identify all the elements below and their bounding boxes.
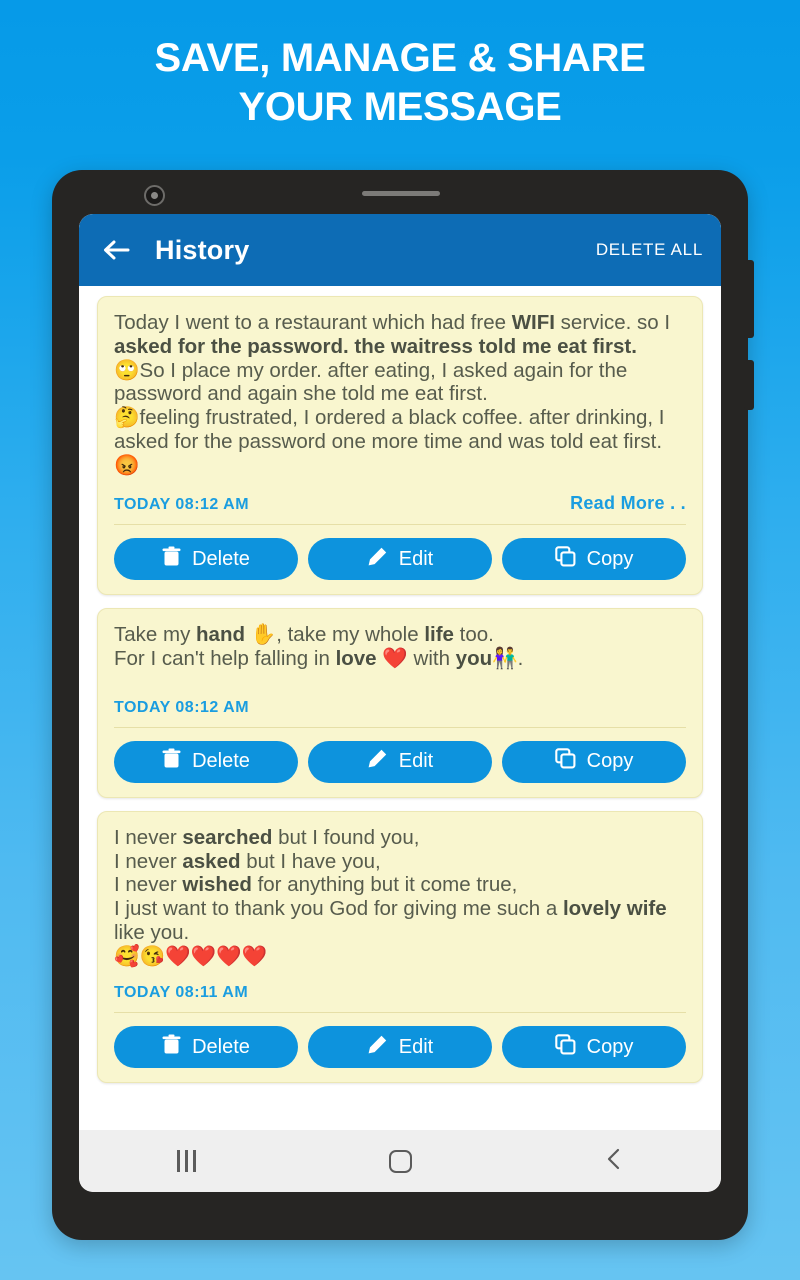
copy-button-label: Copy: [586, 1035, 634, 1058]
delete-button[interactable]: Delete: [114, 538, 298, 581]
list-item[interactable]: Today I went to a restaurant which had f…: [97, 296, 703, 596]
earpiece-speaker: [362, 191, 440, 196]
edit-button[interactable]: Edit: [308, 1026, 492, 1069]
delete-all-button[interactable]: DELETE ALL: [596, 240, 703, 260]
home-button[interactable]: [360, 1139, 440, 1183]
copy-button[interactable]: Copy: [502, 740, 686, 783]
android-nav-bar: [79, 1130, 721, 1192]
pencil-icon: [367, 546, 388, 573]
headline-line-1: SAVE, MANAGE & SHARE: [154, 36, 646, 80]
edit-button-label: Edit: [398, 750, 434, 773]
app-bar: History DELETE ALL: [79, 214, 721, 286]
history-list[interactable]: Today I went to a restaurant which had f…: [79, 286, 721, 1130]
message-text: I never searched but I found you, I never…: [114, 825, 667, 968]
list-item[interactable]: I never searched but I found you, I never…: [97, 810, 703, 1084]
page-title: History: [155, 234, 250, 265]
volume-button[interactable]: [744, 360, 754, 410]
card-actions: Delete Edit Copy: [114, 538, 686, 581]
card-actions: Delete Edit Copy: [114, 740, 686, 783]
edit-button[interactable]: Edit: [308, 740, 492, 783]
copy-icon: [554, 546, 576, 573]
delete-button[interactable]: Delete: [114, 740, 298, 783]
read-more-link[interactable]: Read More . .: [570, 493, 686, 514]
copy-icon: [554, 1034, 576, 1061]
recents-icon: [176, 1150, 196, 1172]
card-actions: Delete Edit Copy: [114, 1026, 686, 1069]
timestamp: TODAY 08:11 AM: [114, 984, 249, 1002]
card-meta: TODAY 08:12 AM Read More . .: [114, 493, 686, 526]
timestamp: TODAY 08:12 AM: [114, 698, 250, 716]
trash-icon: [162, 1034, 181, 1061]
edit-button[interactable]: Edit: [308, 538, 492, 581]
edit-button-label: Edit: [398, 1035, 434, 1058]
copy-icon: [554, 748, 576, 775]
edit-button-label: Edit: [398, 547, 434, 570]
delete-button[interactable]: Delete: [114, 1026, 298, 1069]
trash-icon: [162, 748, 181, 775]
pencil-icon: [367, 748, 388, 775]
front-camera-icon: [144, 185, 165, 206]
promo-headline: SAVE, MANAGE & SHARE YOUR MESSAGE: [0, 34, 800, 132]
pencil-icon: [367, 1034, 388, 1061]
copy-button-label: Copy: [586, 750, 634, 773]
card-meta: TODAY 08:11 AM: [114, 984, 686, 1014]
timestamp: TODAY 08:12 AM: [114, 496, 250, 514]
home-icon: [388, 1149, 412, 1173]
message-text: Today I went to a restaurant which had f…: [114, 311, 671, 477]
delete-button-label: Delete: [192, 547, 250, 570]
trash-icon: [162, 546, 181, 573]
delete-button-label: Delete: [192, 1035, 250, 1058]
device-screen: History DELETE ALL Today I went to a res…: [79, 214, 721, 1192]
back-button[interactable]: [574, 1139, 654, 1183]
chevron-left-icon: [604, 1147, 624, 1176]
headline-line-2: YOUR MESSAGE: [238, 84, 562, 129]
copy-button-label: Copy: [586, 547, 634, 570]
tablet-device-frame: History DELETE ALL Today I went to a res…: [52, 170, 754, 1240]
recents-button[interactable]: [146, 1139, 226, 1183]
message-text: Take my hand ✋, take my whole life too. F…: [114, 623, 524, 671]
power-button[interactable]: [744, 260, 754, 338]
copy-button[interactable]: Copy: [502, 1026, 686, 1069]
card-meta: TODAY 08:12 AM: [114, 699, 686, 728]
arrow-left-icon[interactable]: [99, 233, 133, 267]
list-item[interactable]: Take my hand ✋, take my whole life too. F…: [97, 608, 703, 798]
copy-button[interactable]: Copy: [502, 538, 686, 581]
delete-button-label: Delete: [192, 750, 250, 773]
